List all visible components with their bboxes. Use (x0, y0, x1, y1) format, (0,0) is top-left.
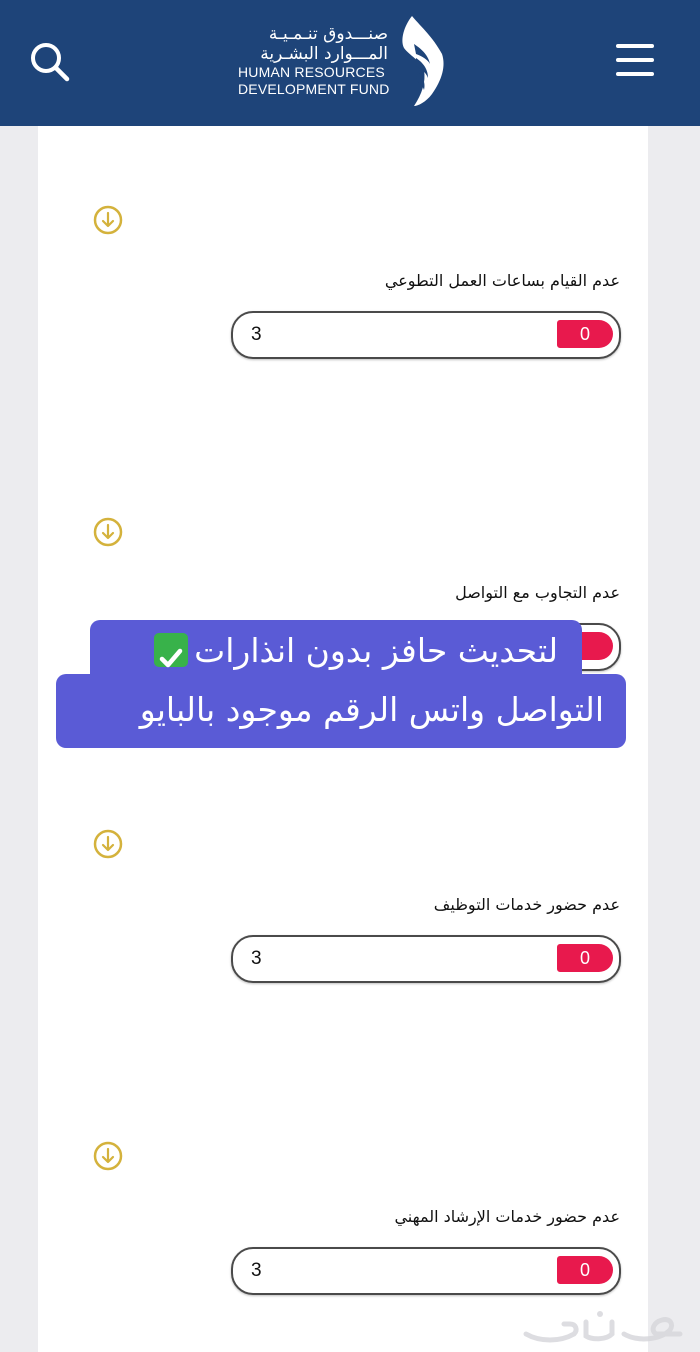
download-arrow-icon[interactable] (93, 205, 123, 235)
warning-count-badge: 0 (557, 944, 613, 972)
item-label: عدم حضور خدمات الإرشاد المهني (394, 1207, 620, 1226)
caption-line2: التواصل واتس الرقم موجود بالبايو (56, 674, 626, 748)
search-icon (31, 43, 70, 82)
count-field[interactable]: 3 0 (231, 935, 621, 983)
count-value: 3 (251, 1260, 262, 1281)
logo-text: صنـــدوق تنـمـيـة المـــوارد البشـرية HU… (238, 24, 398, 98)
item-label: عدم حضور خدمات التوظيف (433, 895, 620, 914)
caption-overlay: لتحديث حافز بدون انذارات التواصل واتس ال… (56, 620, 626, 748)
download-arrow-icon[interactable] (93, 1141, 123, 1171)
left-margin (0, 126, 38, 1352)
menu-line (616, 58, 654, 62)
list-item: عدم حضور خدمات التوظيف 3 0 (38, 829, 648, 1029)
download-arrow-icon[interactable] (93, 517, 123, 547)
logo-english-line1: HUMAN RESOURCES (238, 64, 385, 80)
menu-button[interactable] (612, 40, 658, 80)
menu-line (616, 72, 654, 76)
hamburger-menu-icon (616, 44, 654, 48)
check-mark-icon (154, 632, 189, 667)
item-label: عدم القيام بساعات العمل التطوعي (384, 271, 620, 290)
count-field[interactable]: 3 0 (231, 311, 621, 359)
count-value: 3 (251, 324, 262, 345)
warning-count-badge: 0 (557, 320, 613, 348)
search-button[interactable] (26, 38, 74, 86)
item-label: عدم التجاوب مع التواصل (455, 583, 620, 602)
app-header: صنـــدوق تنـمـيـة المـــوارد البشـرية HU… (0, 0, 700, 126)
right-scroll-area (648, 126, 700, 1352)
logo-english-line2: DEVELOPMENT FUND (238, 81, 390, 97)
warning-count-badge: 0 (557, 1256, 613, 1284)
count-value: 3 (251, 948, 262, 969)
count-field[interactable]: 3 0 (231, 1247, 621, 1295)
hrdf-logo[interactable]: صنـــدوق تنـمـيـة المـــوارد البشـرية HU… (238, 10, 454, 114)
download-arrow-icon[interactable] (93, 829, 123, 859)
logo-arabic-line1: صنـــدوق تنـمـيـة (268, 24, 388, 44)
watermark-logo (523, 1311, 683, 1343)
caption-line1-text: لتحديث حافز بدون انذارات (194, 631, 558, 670)
list-item: عدم القيام بساعات العمل التطوعي 3 0 (38, 205, 648, 405)
logo-mark-icon (402, 16, 444, 106)
logo-arabic-line2: المـــوارد البشـرية (260, 44, 388, 64)
